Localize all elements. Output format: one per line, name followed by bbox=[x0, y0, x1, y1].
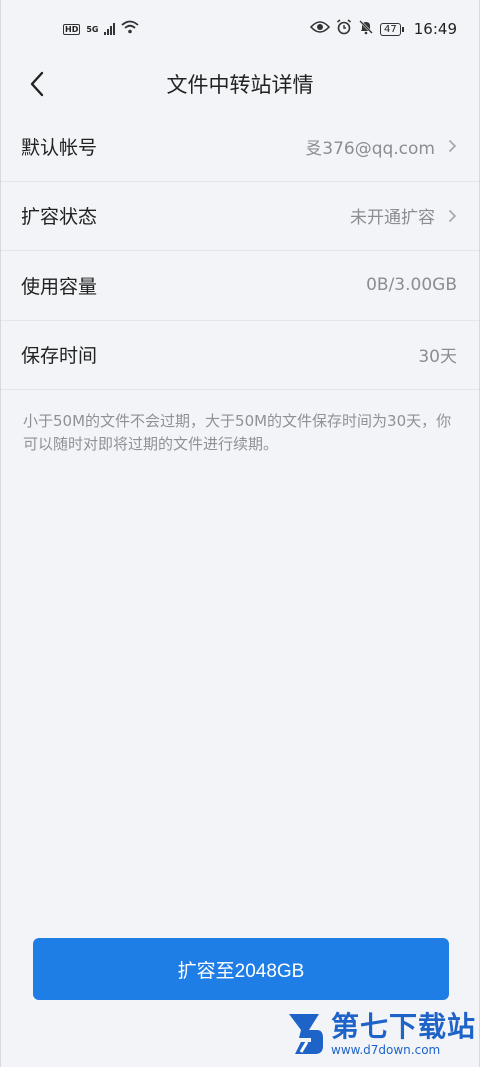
row-label: 保存时间 bbox=[21, 345, 98, 368]
battery-icon: 47 bbox=[380, 22, 404, 36]
row-default-account[interactable]: 默认帐号 㕛376@qq.com bbox=[1, 112, 479, 182]
row-value: 0B/3.00GB bbox=[366, 275, 457, 296]
row-used-capacity: 使用容量 0B/3.00GB bbox=[1, 251, 479, 321]
page-title: 文件中转站详情 bbox=[166, 73, 314, 97]
row-value: 㕛376@qq.com bbox=[305, 138, 435, 159]
status-left: HD 5G bbox=[63, 20, 140, 38]
row-label: 扩容状态 bbox=[21, 206, 98, 229]
bell-mute-icon bbox=[358, 19, 374, 39]
eye-icon bbox=[309, 20, 331, 38]
nav-header: 文件中转站详情 bbox=[1, 58, 479, 110]
watermark-url: www.d7down.com bbox=[331, 1042, 441, 1057]
status-bar: HD 5G 47 16:49 bbox=[1, 0, 479, 58]
alarm-icon bbox=[336, 19, 352, 39]
retention-note: 小于50M的文件不会过期，大于50M的文件保存时间为30天，你可以随时对即将过期… bbox=[23, 412, 452, 453]
row-retention-time: 保存时间 30天 bbox=[1, 321, 479, 390]
expand-capacity-button[interactable]: 扩容至2048GB bbox=[33, 938, 449, 1000]
row-label: 默认帐号 bbox=[21, 136, 98, 159]
signal-icon bbox=[104, 23, 116, 35]
row-value: 30天 bbox=[418, 347, 457, 368]
status-right: 47 16:49 bbox=[309, 19, 457, 39]
chevron-right-icon bbox=[445, 209, 459, 223]
wifi-icon bbox=[121, 20, 140, 38]
back-arrow-icon bbox=[30, 71, 44, 97]
battery-level: 47 bbox=[380, 22, 401, 36]
row-expansion-status[interactable]: 扩容状态 未开通扩容 bbox=[1, 182, 479, 251]
row-value: 未开通扩容 bbox=[350, 208, 435, 229]
clock: 16:49 bbox=[413, 20, 457, 38]
row-label: 使用容量 bbox=[21, 275, 98, 298]
hd-badge: HD bbox=[63, 23, 81, 35]
detail-list: 默认帐号 㕛376@qq.com 扩容状态 未开通扩容 使用容量 0B/3.00… bbox=[1, 112, 479, 390]
back-button[interactable] bbox=[19, 66, 55, 102]
watermark-title: 第七下载站 bbox=[331, 1009, 477, 1043]
watermark: 第七下载站 www.d7down.com bbox=[287, 1012, 476, 1056]
watermark-logo-icon bbox=[289, 1014, 323, 1054]
chevron-right-icon bbox=[445, 139, 459, 153]
network-type: 5G bbox=[86, 24, 99, 34]
app-screen: HD 5G 47 16:49 文件中转站详情 默认帐号 㕛376@qq.com … bbox=[0, 0, 480, 1067]
